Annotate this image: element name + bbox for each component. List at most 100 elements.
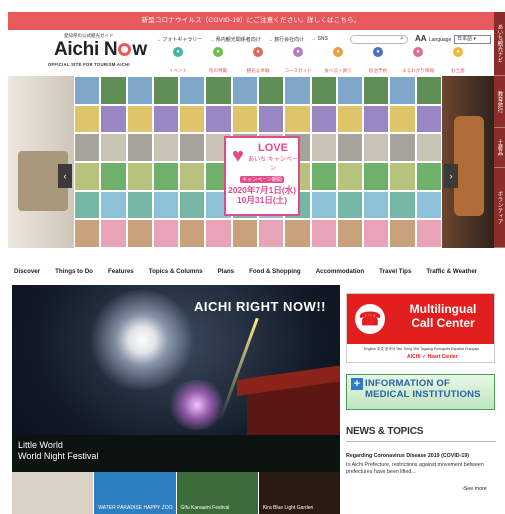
category-food-shopping[interactable]: ● 食べる・買う <box>318 47 358 77</box>
collage-photo-tile <box>126 219 153 248</box>
link-tourism-industry[interactable]: → 県内観光関係者向け <box>209 36 260 43</box>
side-tab-kanko-navi[interactable]: あいち観光ナビ <box>494 12 505 76</box>
side-tab-souvenir[interactable]: 土産品 <box>494 128 505 168</box>
collage-photo-tile <box>389 190 416 220</box>
collage-photo-tile <box>152 190 180 220</box>
collage-photo-tile <box>415 219 442 248</box>
logo-tagline: OFFICIAL SITE FOR TOURISM AICHI <box>48 62 130 67</box>
collage-photo-tile <box>74 161 101 191</box>
collage-photo-tile <box>152 161 180 191</box>
multilingual-call-center-banner[interactable]: ☎ Multilingual Call Center English 中文 한국… <box>346 293 495 363</box>
collage-photo-tile <box>336 104 364 134</box>
thumbnail-1[interactable] <box>12 472 94 514</box>
category-events[interactable]: ● イベント <box>158 47 198 77</box>
collage-photo-tile <box>74 133 101 162</box>
category-features[interactable]: ● 旬の特集 <box>198 47 238 77</box>
phone-icon: ☎ <box>355 304 385 334</box>
collage-photo-tile <box>205 219 232 248</box>
side-tab-education[interactable]: 教育旅行 <box>494 76 505 128</box>
site-logo[interactable]: Aichi Nw <box>54 39 147 61</box>
collage-photo-tile <box>74 219 101 248</box>
nav-plans[interactable]: Plans <box>218 268 235 275</box>
collage-photo-tile <box>74 76 101 105</box>
link-travel-agencies[interactable]: → 旅行会社向け <box>268 36 304 43</box>
collage-photo-tile <box>205 104 232 134</box>
covid-alert-bar[interactable]: 新型コロナウイルス（COVID-19）にご注意ください。詳しくはこちら。 <box>8 12 494 30</box>
carousel-next-button[interactable]: › <box>444 164 458 188</box>
news-item-title[interactable]: Regarding Coronavirus Disease 2019 (COVI… <box>346 453 469 459</box>
category-info[interactable]: ● まるわかり情報 <box>398 47 438 77</box>
side-tab-volunteer[interactable]: ボランティア <box>494 168 505 248</box>
medical-cross-icon: + <box>351 378 363 390</box>
collage-photo-tile <box>100 76 127 105</box>
see-more-link[interactable]: ›See more <box>462 486 487 492</box>
firework-white <box>87 290 197 390</box>
collage-photo-tile <box>389 219 416 248</box>
hero-carousel[interactable]: ♥ LOVE あいち キャンペーン キャンペーン期間 2020年7月1日(水) … <box>8 76 494 248</box>
nav-things-to-do[interactable]: Things to Do <box>55 268 93 275</box>
collage-photo-tile <box>152 76 180 105</box>
call-center-logo: AICHI ✓ Heart Center <box>407 354 458 360</box>
collage-photo-tile <box>363 190 390 220</box>
collage-photo-tile <box>179 133 206 162</box>
collage-photo-tile <box>415 104 442 134</box>
firework-pink <box>167 380 227 430</box>
medical-institutions-banner[interactable]: + INFORMATION OF MEDICAL INSTITUTIONS <box>346 374 495 410</box>
collage-photo-tile <box>74 104 101 134</box>
love-aichi-campaign-card[interactable]: ♥ LOVE あいち キャンペーン キャンペーン期間 2020年7月1日(水) … <box>224 136 300 216</box>
side-tab-bar: あいち観光ナビ 教育旅行 土産品 ボランティア <box>494 12 505 248</box>
collage-photo-tile <box>415 161 442 191</box>
collage-photo-tile <box>284 76 311 105</box>
collage-photo-tile <box>389 76 416 105</box>
divider <box>346 441 496 442</box>
collage-photo-tile <box>363 76 390 105</box>
collage-photo-tile <box>310 133 337 162</box>
category-souvenirs[interactable]: ● お土産 <box>438 47 478 77</box>
link-photo-gallery[interactable]: → フォトギャラリー <box>156 36 202 43</box>
collage-photo-tile <box>126 190 153 220</box>
search-icon[interactable]: ⌕ <box>400 35 404 43</box>
collage-photo-tile <box>336 219 364 248</box>
thumbnail-4[interactable]: Kira Blue Light Garden <box>258 472 340 514</box>
news-topics-heading: NEWS & TOPICS <box>346 426 424 437</box>
collage-photo-tile <box>389 104 416 134</box>
nav-topics-columns[interactable]: Topics & Columns <box>149 268 203 275</box>
collage-photo-tile <box>363 161 390 191</box>
campaign-period-tag: キャンペーン期間 <box>240 176 284 183</box>
language-label: Language <box>429 37 452 43</box>
collage-photo-tile <box>205 76 232 105</box>
call-center-languages: English 中文 한국어 ไทย Tiếng Việt Tagalog Po… <box>364 347 479 351</box>
thumbnail-2[interactable]: WATER PARADISE HAPPY ZOO <box>94 472 176 514</box>
nav-traffic-weather[interactable]: Traffic & Weather <box>426 268 477 275</box>
nav-features[interactable]: Features <box>108 268 134 275</box>
leaf-icon: ● <box>213 47 223 57</box>
love-title: LOVE <box>258 142 288 154</box>
collage-photo-tile <box>389 161 416 191</box>
collage-photo-tile <box>310 190 337 220</box>
language-select[interactable]: 日本語 ▾ <box>454 35 491 44</box>
calendar-icon: ● <box>173 47 183 57</box>
collage-photo-tile <box>258 104 285 134</box>
nav-accommodation[interactable]: Accommodation <box>316 268 364 275</box>
collage-photo-tile <box>389 133 416 162</box>
carousel-prev-button[interactable]: ‹ <box>58 164 72 188</box>
font-size-toggle[interactable]: AA <box>415 34 427 43</box>
bed-icon: ● <box>373 47 383 57</box>
category-sightseeing[interactable]: ● 観光＆体験 <box>238 47 278 77</box>
nav-food-shopping[interactable]: Food & Shopping <box>249 268 301 275</box>
thumbnail-3[interactable]: Gifu Kanaami Festival <box>176 472 258 514</box>
feature-slide[interactable]: AICHI RIGHT NOW!! Little World World Nig… <box>12 285 340 472</box>
collage-photo-tile <box>415 190 442 220</box>
medical-banner-title: INFORMATION OF MEDICAL INSTITUTIONS <box>365 378 481 400</box>
link-sns[interactable]: → SNS <box>311 36 328 43</box>
map-icon: ● <box>293 47 303 57</box>
collage-photo-tile <box>100 219 127 248</box>
collage-photo-tile <box>336 76 364 105</box>
collage-photo-tile <box>179 219 206 248</box>
gift-icon: ● <box>453 47 463 57</box>
nav-travel-tips[interactable]: Travel Tips <box>379 268 411 275</box>
category-accommodation[interactable]: ● 宿泊予約 <box>358 47 398 77</box>
camera-icon: ● <box>253 47 263 57</box>
nav-discover[interactable]: Discover <box>14 268 40 275</box>
category-course-guide[interactable]: ● コースガイド <box>278 47 318 77</box>
